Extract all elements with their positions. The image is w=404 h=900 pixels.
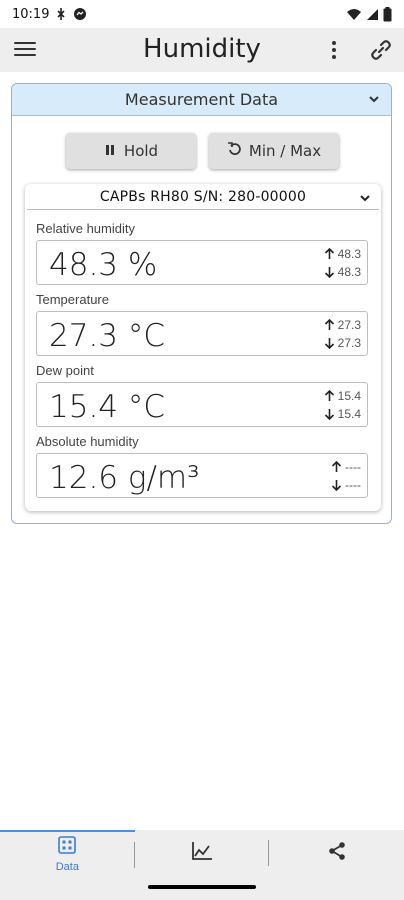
link-icon[interactable] bbox=[368, 37, 394, 63]
measurement-label: Temperature bbox=[36, 292, 109, 307]
chevron-down-icon[interactable] bbox=[359, 191, 371, 203]
measurement-row: 12.6 g/m³ ---- ---- bbox=[36, 453, 368, 498]
more-vert-icon[interactable] bbox=[325, 39, 343, 61]
hold-button-label: Hold bbox=[123, 142, 159, 160]
arrow-up-icon bbox=[324, 390, 335, 402]
share-icon bbox=[327, 841, 347, 866]
device-header[interactable]: CAPBs RH80 S/N: 280-00000 bbox=[27, 184, 379, 210]
nav-tab-label: Data bbox=[55, 860, 79, 873]
measurement-row: 48.3 % 48.3 48.3 bbox=[36, 240, 368, 285]
measurement-label: Relative humidity bbox=[36, 221, 135, 236]
measurement-panel: Measurement Data Hold Min / Max CAPBs RH… bbox=[11, 83, 392, 524]
arrow-down-icon bbox=[324, 337, 335, 349]
battery-icon bbox=[383, 6, 392, 22]
chart-icon bbox=[191, 841, 213, 866]
pause-icon bbox=[104, 142, 116, 160]
max-value: 15.4 bbox=[337, 389, 361, 403]
max-value: ---- bbox=[345, 460, 361, 474]
min-max-values: ---- ---- bbox=[311, 458, 361, 494]
min-value: 15.4 bbox=[337, 407, 361, 421]
wifi-icon bbox=[346, 8, 362, 21]
arrow-down-icon bbox=[324, 266, 335, 278]
min-value: ---- bbox=[345, 478, 361, 492]
bottom-nav: Data bbox=[0, 830, 404, 876]
arrow-up-icon bbox=[331, 461, 342, 473]
measurement-value: 15.4 °C bbox=[49, 389, 166, 425]
min-max-button-label: Min / Max bbox=[248, 142, 322, 160]
measurement-value: 48.3 % bbox=[49, 247, 158, 283]
max-value: 27.3 bbox=[337, 318, 361, 332]
measurement-row: 27.3 °C 27.3 27.3 bbox=[36, 311, 368, 356]
messenger-app-icon bbox=[73, 7, 87, 21]
arrow-up-icon bbox=[324, 248, 335, 260]
measurement-value: 27.3 °C bbox=[49, 318, 166, 354]
chevron-down-icon[interactable] bbox=[367, 92, 381, 106]
panel-title: Measurement Data bbox=[124, 90, 279, 109]
grid-icon bbox=[58, 835, 77, 859]
device-title: CAPBs RH80 S/N: 280-00000 bbox=[99, 188, 307, 205]
panel-header[interactable]: Measurement Data bbox=[12, 84, 391, 116]
nav-tab-data[interactable]: Data bbox=[0, 830, 135, 876]
min-value: 48.3 bbox=[337, 265, 361, 279]
home-indicator[interactable] bbox=[148, 885, 256, 889]
app-bar: Humidity bbox=[0, 28, 404, 72]
status-bar: 10:19 bbox=[0, 0, 404, 28]
min-max-values: 15.4 15.4 bbox=[311, 387, 361, 423]
reset-icon bbox=[227, 142, 241, 160]
arrow-down-icon bbox=[331, 479, 342, 491]
status-time: 10:19 bbox=[12, 6, 50, 22]
page-title: Humidity bbox=[143, 34, 261, 64]
device-card: CAPBs RH80 S/N: 280-00000 Relative humid… bbox=[25, 184, 381, 511]
min-max-values: 48.3 48.3 bbox=[311, 245, 361, 281]
measurement-label: Absolute humidity bbox=[36, 434, 139, 449]
min-max-values: 27.3 27.3 bbox=[311, 316, 361, 352]
nav-tab-chart[interactable] bbox=[135, 830, 270, 876]
min-value: 27.3 bbox=[337, 336, 361, 350]
signal-app-icon bbox=[55, 7, 67, 21]
measurement-value: 12.6 g/m³ bbox=[49, 460, 200, 496]
arrow-up-icon bbox=[324, 319, 335, 331]
system-gesture-bar bbox=[0, 876, 404, 900]
measurement-label: Dew point bbox=[36, 363, 94, 378]
arrow-down-icon bbox=[324, 408, 335, 420]
cellular-signal-icon bbox=[366, 8, 379, 21]
nav-tab-share[interactable] bbox=[269, 830, 404, 876]
measurement-row: 15.4 °C 15.4 15.4 bbox=[36, 382, 368, 427]
hold-button[interactable]: Hold bbox=[66, 133, 196, 169]
min-max-button[interactable]: Min / Max bbox=[209, 133, 339, 169]
max-value: 48.3 bbox=[337, 247, 361, 261]
